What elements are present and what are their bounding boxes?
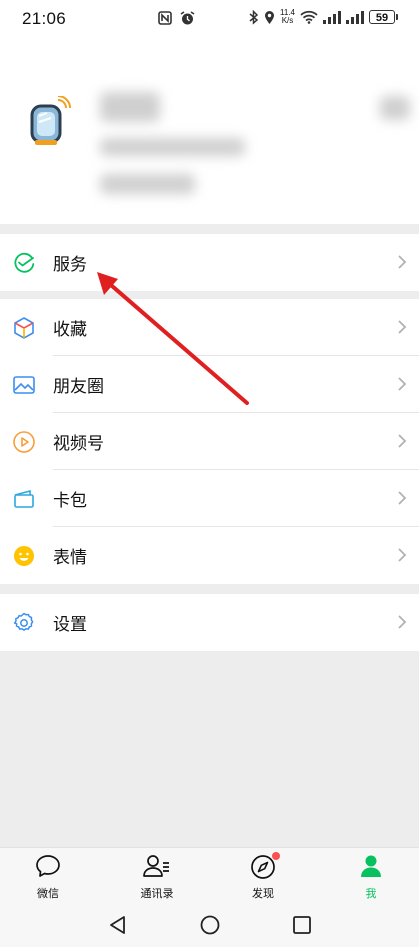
back-triangle-icon[interactable] bbox=[108, 915, 128, 935]
recents-square-icon[interactable] bbox=[292, 915, 312, 935]
tab-contacts[interactable]: 通讯录 bbox=[112, 854, 202, 901]
chat-bubble-icon bbox=[36, 855, 60, 877]
menu-item-label: 朋友圈 bbox=[53, 377, 104, 396]
tab-discover[interactable]: 发现 bbox=[218, 852, 308, 901]
net-speed: 11.4 K/s bbox=[280, 8, 295, 25]
menu-item-label: 表情 bbox=[53, 548, 87, 567]
smartwatch-avatar-icon[interactable] bbox=[28, 96, 72, 146]
moments-image-icon bbox=[13, 376, 35, 394]
bottom-tab-bar: 微信 通讯录 发现 我 bbox=[0, 847, 419, 905]
chevron-right-icon bbox=[398, 320, 407, 334]
settings-gear-icon bbox=[13, 612, 34, 631]
system-navigation-bar bbox=[0, 905, 419, 947]
status-bar: 21:06 11.4 K/s 59 bbox=[0, 0, 419, 38]
home-circle-icon[interactable] bbox=[200, 915, 220, 935]
menu-item-card-wallet[interactable]: 卡包 bbox=[0, 470, 419, 527]
location-icon bbox=[265, 10, 275, 24]
person-icon bbox=[361, 855, 381, 877]
alarm-icon bbox=[180, 11, 195, 25]
profile-id-blurred bbox=[100, 138, 245, 156]
status-time: 21:06 bbox=[22, 9, 67, 28]
channels-play-icon bbox=[13, 431, 35, 453]
chevron-right-icon bbox=[398, 615, 407, 629]
menu-item-label: 视频号 bbox=[53, 434, 104, 453]
menu-item-channels[interactable]: 视频号 bbox=[0, 413, 419, 470]
menu-item-service[interactable]: 服务 bbox=[0, 234, 419, 291]
wifi-icon bbox=[300, 10, 318, 24]
menu-item-label: 卡包 bbox=[53, 491, 87, 510]
tab-me[interactable]: 我 bbox=[326, 854, 416, 901]
chevron-right-icon bbox=[398, 491, 407, 505]
menu-item-label: 收藏 bbox=[53, 320, 87, 339]
menu-item-settings[interactable]: 设置 bbox=[0, 594, 419, 651]
service-group: 服务 bbox=[0, 234, 419, 291]
menu-item-label: 设置 bbox=[53, 615, 87, 634]
profile-status-blurred bbox=[100, 174, 195, 194]
tab-chats[interactable]: 微信 bbox=[3, 854, 93, 901]
menu-item-label: 服务 bbox=[53, 255, 87, 274]
chevron-right-icon bbox=[398, 434, 407, 448]
profile-name-blurred bbox=[100, 92, 160, 122]
profile-header[interactable] bbox=[0, 38, 419, 224]
settings-group: 设置 bbox=[0, 594, 419, 651]
profile-qr-blurred bbox=[380, 96, 410, 120]
service-check-icon bbox=[14, 252, 35, 273]
notification-badge bbox=[272, 852, 280, 860]
chevron-right-icon bbox=[398, 377, 407, 391]
menu-item-favorites[interactable]: 收藏 bbox=[0, 299, 419, 356]
menu-item-moments[interactable]: 朋友圈 bbox=[0, 356, 419, 413]
features-group: 收藏 朋友圈 视频号 卡包 表情 bbox=[0, 299, 419, 584]
signal-icon bbox=[323, 10, 341, 24]
favorites-cube-icon bbox=[14, 317, 34, 339]
menu-item-stickers[interactable]: 表情 bbox=[0, 527, 419, 584]
card-wallet-icon bbox=[14, 489, 34, 508]
sticker-smile-icon bbox=[14, 546, 34, 566]
bluetooth-icon bbox=[249, 9, 259, 25]
signal-icon bbox=[346, 10, 364, 24]
contacts-icon bbox=[143, 855, 169, 877]
chevron-right-icon bbox=[398, 255, 407, 269]
battery-icon: 59 bbox=[369, 10, 398, 24]
chevron-right-icon bbox=[398, 548, 407, 562]
nfc-icon bbox=[158, 11, 172, 25]
